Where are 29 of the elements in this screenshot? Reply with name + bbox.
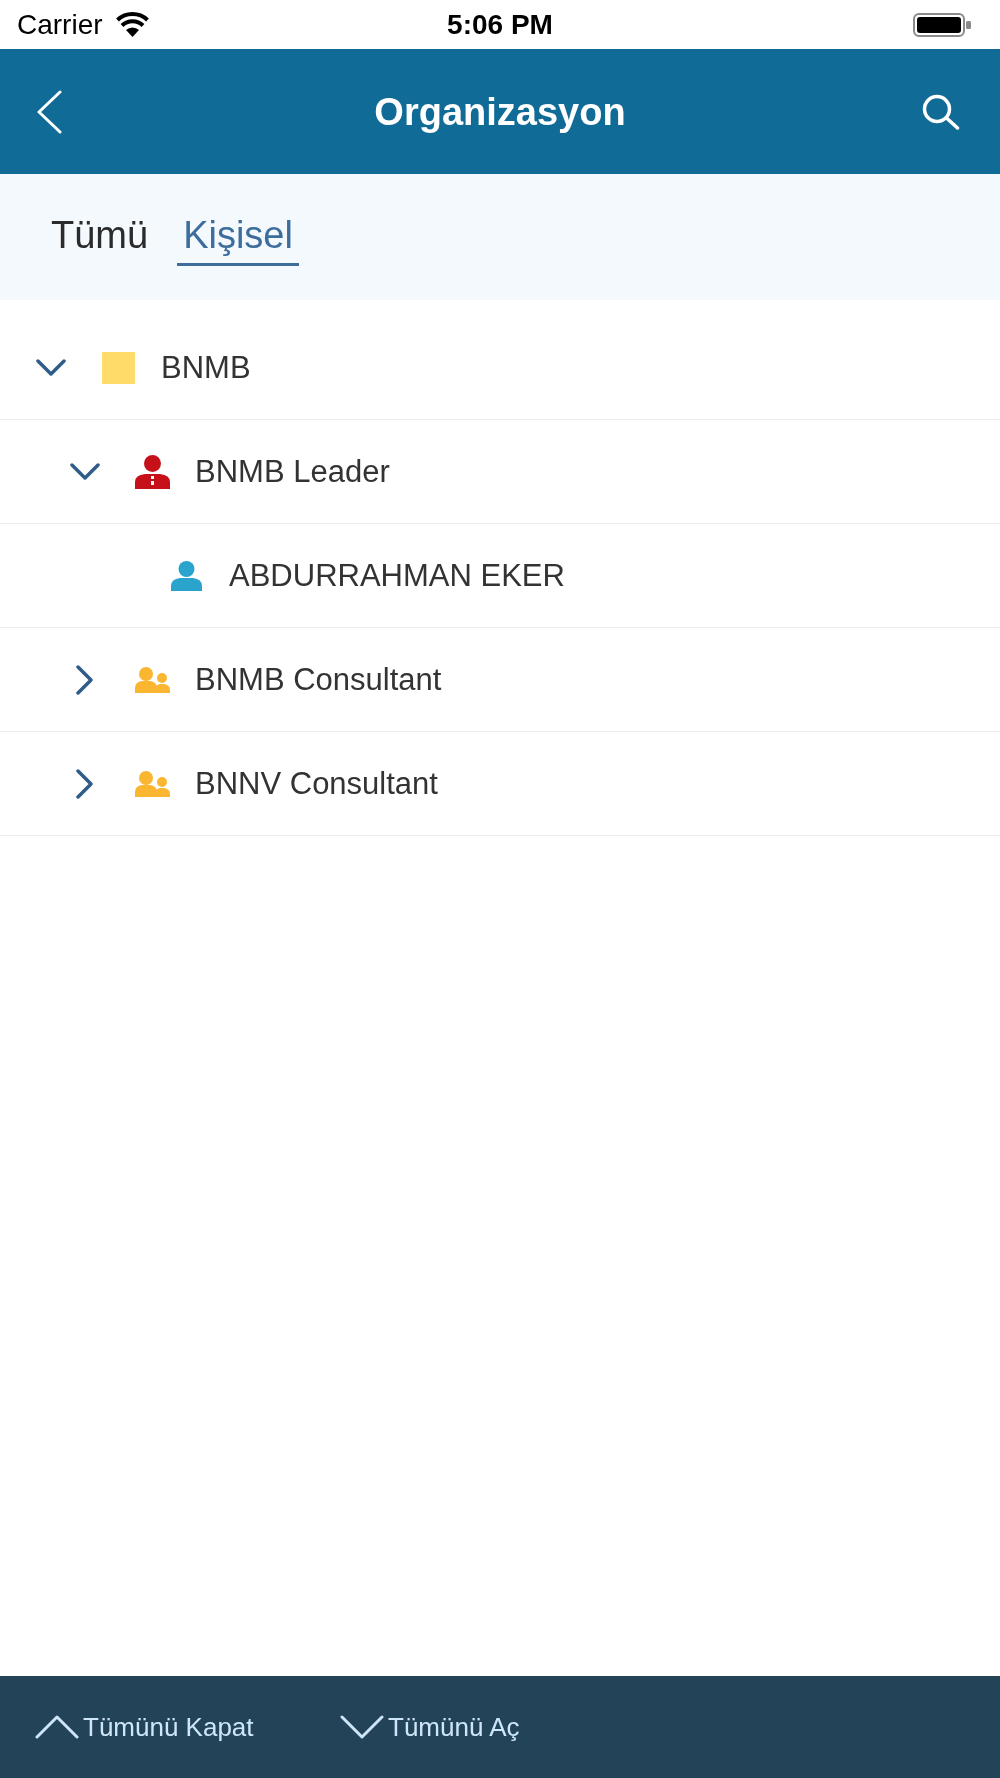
tab[interactable]: Kişisel (177, 212, 299, 266)
search-button[interactable] (922, 93, 960, 130)
chevron-right-icon[interactable] (76, 768, 94, 799)
back-button[interactable] (36, 89, 62, 134)
page-title: Organizasyon (374, 89, 626, 135)
tree-item-label[interactable]: BNMB (161, 348, 251, 387)
chevron-right-icon[interactable] (76, 664, 94, 695)
search-icon (922, 93, 960, 130)
tree-item-label[interactable]: BNNV Consultant (195, 764, 438, 803)
person-with-tie-icon (134, 454, 170, 489)
square-icon (101, 351, 135, 384)
chevron-up-icon (35, 1715, 79, 1739)
tree-item-label[interactable]: BNMB Leader (195, 452, 390, 491)
chevron-left-icon (36, 89, 62, 134)
chevron-down-icon[interactable] (70, 462, 100, 481)
chevron-down-icon[interactable] (36, 358, 66, 377)
status-time: 5:06 PM (447, 7, 553, 42)
two-people-icon (134, 770, 170, 797)
person-icon (170, 560, 202, 591)
wifi-icon (114, 12, 150, 37)
tree-item-label[interactable]: BNMB Consultant (195, 660, 442, 699)
battery-icon (913, 12, 971, 37)
two-people-icon (134, 666, 170, 693)
tab[interactable]: Tümü (45, 212, 155, 266)
collapse-all-button[interactable]: Tümünü Kapat (35, 1711, 340, 1743)
chevron-down-icon (340, 1715, 384, 1739)
expand-all-button[interactable]: Tümünü Aç (340, 1711, 645, 1743)
carrier-label: Carrier (17, 7, 103, 42)
tree-item-label[interactable]: ABDURRAHMAN EKER (229, 556, 565, 595)
